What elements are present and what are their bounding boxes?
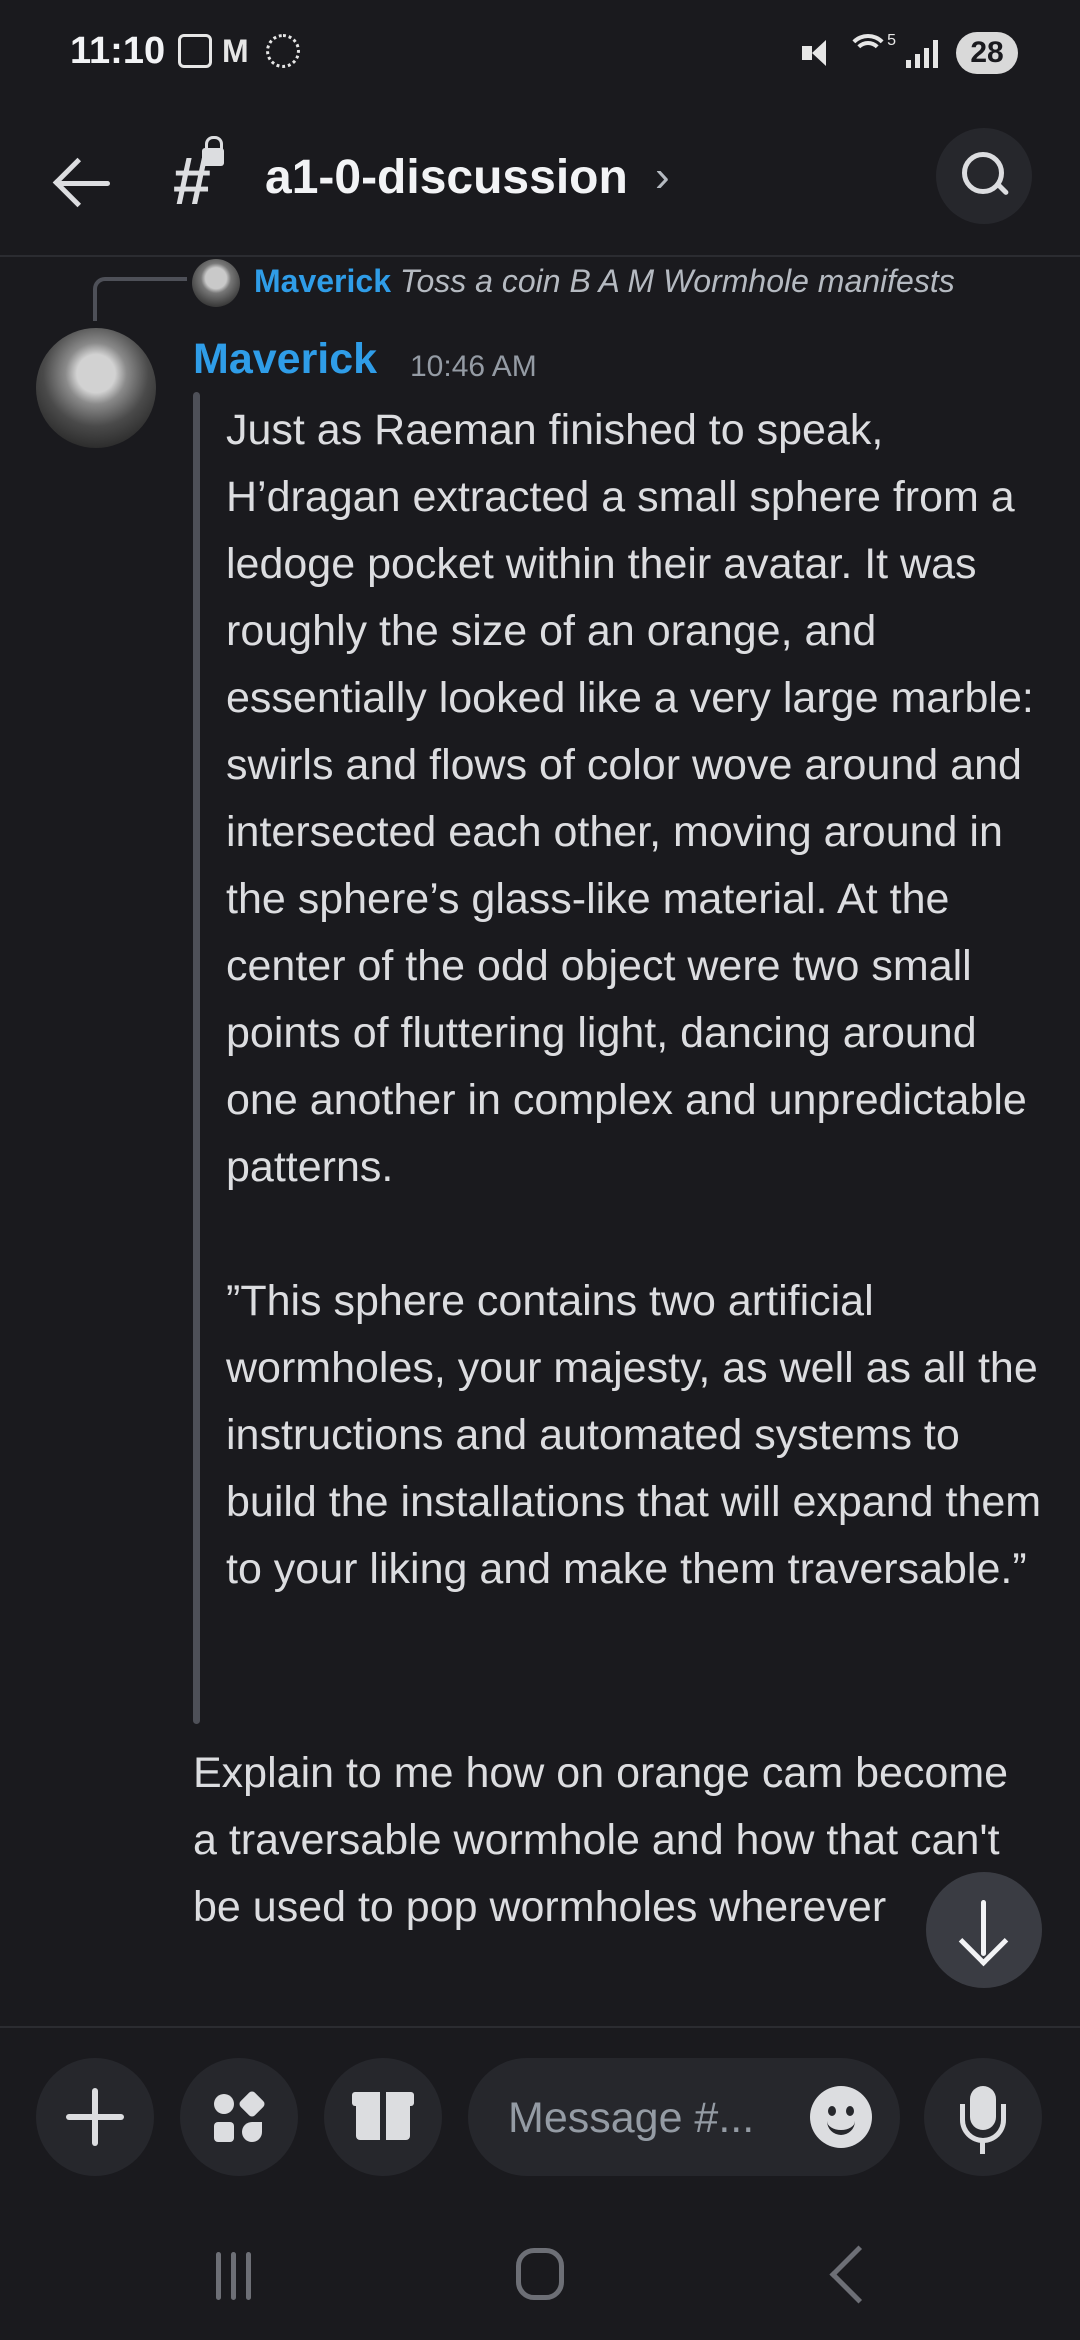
blockquote-bar [193, 392, 200, 1724]
status-bar: 11:10 M 5 28 [0, 0, 1080, 110]
chevron-right-icon[interactable]: › [655, 152, 670, 202]
emoji-button[interactable] [810, 2086, 872, 2148]
attach-button[interactable] [36, 2058, 154, 2176]
reply-connector [93, 277, 187, 321]
system-icons: 5 28 [800, 32, 1018, 74]
status-time: 11:10 [70, 30, 166, 72]
avatar[interactable] [36, 328, 156, 448]
jump-to-bottom-button[interactable] [926, 1872, 1042, 1988]
sync-icon [266, 34, 300, 68]
voice-button[interactable] [924, 2058, 1042, 2176]
screenshot-icon [178, 34, 212, 68]
back-button[interactable] [50, 148, 120, 218]
reply-text: Maverick Toss a coin B A M Wormhole mani… [254, 263, 955, 300]
reply-reference[interactable]: Maverick Toss a coin B A M Wormhole mani… [0, 255, 1080, 321]
notification-icons: M [178, 34, 300, 68]
search-button[interactable] [936, 128, 1032, 224]
message-composer: Message #... [0, 2026, 1080, 2218]
signal-icon [906, 38, 938, 68]
reply-author: Maverick [254, 263, 391, 299]
mute-icon [800, 38, 830, 68]
wifi-icon: 5 [846, 32, 896, 68]
message-body: Explain to me how on orange cam become a… [193, 1749, 1009, 1931]
message-placeholder: Message #... [508, 2094, 755, 2142]
reply-snippet: Toss a coin B A M Wormhole manifests [399, 263, 955, 299]
locked-channel-icon: # [172, 136, 224, 220]
message-timestamp: 10:46 AM [410, 350, 537, 383]
reply-avatar [192, 259, 240, 307]
home-button[interactable] [516, 2248, 564, 2300]
channel-header: # a1-0-discussion › [0, 110, 1080, 257]
message-author[interactable]: Maverick [193, 335, 377, 384]
system-back-button[interactable] [829, 2245, 888, 2304]
system-nav-bar [0, 2216, 1080, 2340]
emoji-icon [828, 2106, 836, 2116]
gift-button[interactable] [324, 2058, 442, 2176]
message-quote: Just as Raeman finished to speak, H’drag… [226, 406, 1042, 1593]
gmail-icon: M [222, 33, 249, 69]
apps-button[interactable] [180, 2058, 298, 2176]
recent-apps-button[interactable] [216, 2252, 251, 2300]
wifi-label: 5 [887, 32, 896, 49]
channel-name[interactable]: a1-0-discussion [265, 150, 628, 205]
message-input[interactable]: Message #... [468, 2058, 900, 2176]
battery-indicator: 28 [956, 32, 1018, 74]
